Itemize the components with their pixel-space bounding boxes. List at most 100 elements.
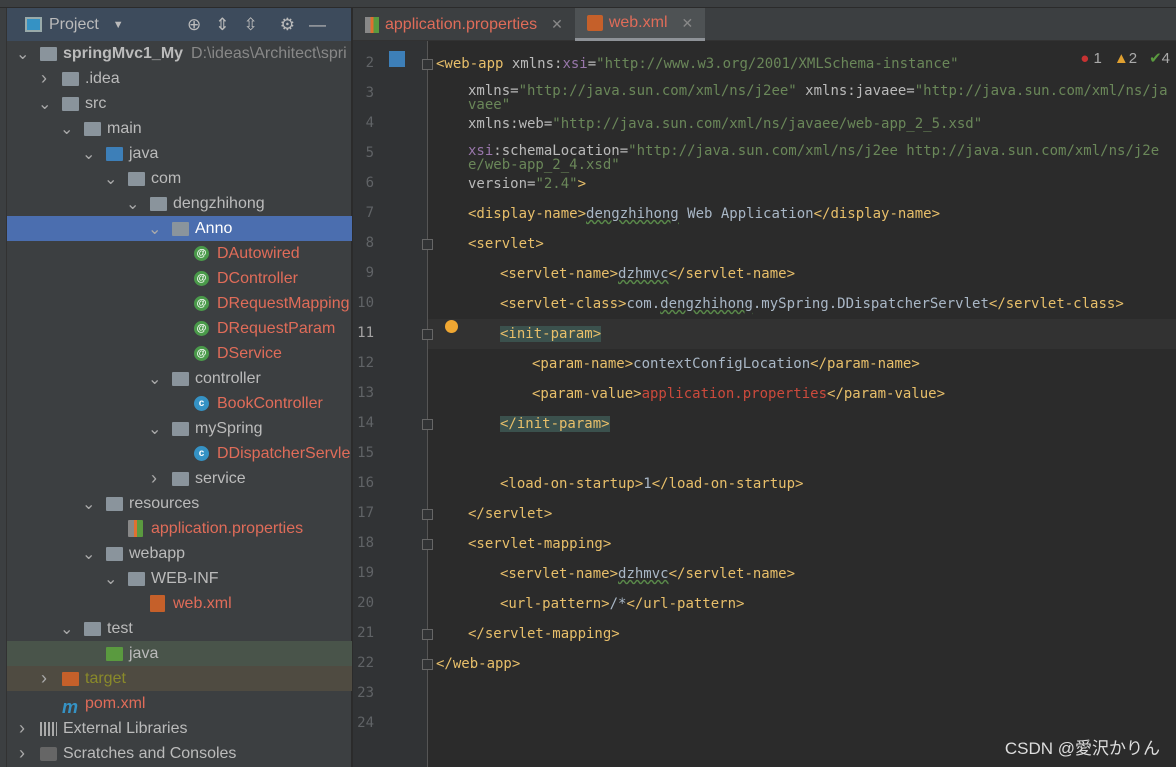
tree-item[interactable]: ⌄ com [7,166,352,191]
chevron-down-icon[interactable]: ⌄ [82,544,95,564]
code-line[interactable]: <init-param> [500,323,1170,345]
code-line[interactable]: <servlet-name>dzhmvc</servlet-name> [500,563,1170,585]
code-line[interactable]: <load-on-startup>1</load-on-startup> [500,473,1170,495]
minimize-icon[interactable]: — [309,15,326,35]
tree-item[interactable]: web.xml [7,591,352,616]
code-line[interactable]: <param-name>contextConfigLocation</param… [532,353,1170,375]
code-line[interactable]: version="2.4"> [468,173,1170,195]
tree-item[interactable]: m pom.xml [7,691,352,717]
tree-item[interactable]: ⌄ src [7,91,352,116]
tree-item[interactable]: › .idea [7,66,352,91]
tree-item[interactable]: ⌄ test [7,616,352,641]
tab-label: application.properties [385,15,538,33]
code-line[interactable]: <display-name>dengzhihong Web Applicatio… [468,203,1170,225]
tree-item[interactable]: ⌄ controller [7,366,352,391]
tree-item[interactable]: › target [7,666,352,691]
label-text: web.xml [173,594,232,612]
chevron-down-icon[interactable]: ⌄ [60,119,73,139]
tree-item[interactable]: c BookController [7,391,352,416]
fold-marker-icon[interactable] [422,629,433,640]
chevron-right-icon[interactable]: › [38,68,50,89]
fold-marker-icon[interactable] [422,509,433,520]
tree-item[interactable]: › service [7,466,352,491]
locate-icon[interactable]: ⊕ [187,15,201,35]
code-token: </url-pattern> [626,596,745,612]
fold-marker-icon[interactable] [422,239,433,250]
code-line[interactable]: xmlns:web="http://java.sun.com/xml/ns/ja… [468,113,1170,135]
chevron-right-icon[interactable]: › [16,718,28,739]
code-line[interactable]: <servlet-name>dzhmvc</servlet-name> [500,263,1170,285]
fold-marker-icon[interactable] [422,59,433,70]
code-line[interactable]: <url-pattern>/*</url-pattern> [500,593,1170,615]
tree-item[interactable]: ⌄ springMvc1_My D:\ideas\Architect\spri [7,41,352,66]
chevron-down-icon[interactable]: ⌄ [104,569,117,589]
tree-item[interactable]: ⌄ dengzhihong [7,191,352,216]
expand-all-icon[interactable]: ⇕ [215,15,229,35]
collapse-all-icon[interactable]: ⇳ [244,15,258,35]
chevron-right-icon[interactable]: › [148,468,160,489]
chevron-down-icon[interactable]: ⌄ [16,44,29,64]
tree-item[interactable]: application.properties [7,516,352,541]
chevron-down-icon[interactable]: ⌄ [148,219,161,239]
folder-orange-icon [62,671,79,686]
chevron-down-icon[interactable]: ⌄ [82,494,95,514]
weak-warning-count[interactable]: ✔4 [1149,49,1170,67]
tree-item[interactable]: @ DAutowired [7,241,352,266]
tree-item[interactable]: ⌄ java [7,141,352,166]
fold-marker-icon[interactable] [422,329,433,340]
chevron-down-icon[interactable]: ▼ [113,19,124,31]
code-line[interactable]: </servlet-mapping> [468,623,1170,645]
chevron-down-icon[interactable]: ⌄ [126,194,139,214]
close-icon[interactable]: ✕ [551,16,563,33]
gear-icon[interactable]: ⚙ [280,15,295,35]
chevron-right-icon[interactable]: › [38,668,50,689]
intention-bulb-icon[interactable] [445,320,458,333]
tree-item[interactable]: ⌄ resources [7,491,352,516]
code-line[interactable]: </servlet> [468,503,1170,525]
tree-item[interactable]: › Scratches and Consoles [7,741,352,766]
code-line[interactable]: <param-value>application.properties</par… [532,383,1170,405]
chevron-down-icon[interactable]: ⌄ [104,169,117,189]
chevron-down-icon[interactable]: ⌄ [60,619,73,639]
error-count[interactable]: ● 1 [1080,50,1102,67]
fold-marker-icon[interactable] [422,419,433,430]
tree-item[interactable]: › External Libraries [7,716,352,741]
chevron-right-icon[interactable]: › [16,743,28,764]
fold-marker-icon[interactable] [422,659,433,670]
code-line[interactable]: </init-param> [500,413,1170,435]
close-icon[interactable]: ✕ [682,15,694,32]
tree-item[interactable]: ⌄ main [7,116,352,141]
tab-application-properties[interactable]: application.properties ✕ [353,8,575,41]
code-token: > [577,176,587,192]
tree-item[interactable]: ⌄ webapp [7,541,352,566]
code-line[interactable]: xmlns="http://java.sun.com/xml/ns/j2ee" … [468,84,1170,112]
fold-marker-icon[interactable] [422,539,433,550]
inspection-widget[interactable]: ● 1 ▲2 ✔4 [1080,49,1170,67]
code-line[interactable]: <servlet-mapping> [468,533,1170,555]
label-text: test [107,619,133,637]
tree-item[interactable]: ⌄ mySpring [7,416,352,441]
tree-item[interactable]: ⌄ Anno [7,216,352,241]
warning-count[interactable]: ▲2 [1114,50,1137,67]
code-line[interactable]: <servlet-class>com.dengzhihong.mySpring.… [500,293,1170,315]
tree-item[interactable]: java [7,641,352,666]
chevron-down-icon[interactable]: ⌄ [148,369,161,389]
tree-item[interactable]: @ DRequestParam [7,316,352,341]
tree-item[interactable]: @ DRequestMapping [7,291,352,316]
label-text: DService [217,344,282,362]
tree-item[interactable]: ⌄ WEB-INF [7,566,352,591]
tree-item[interactable]: c DDispatcherServle [7,441,352,466]
chevron-down-icon[interactable]: ⌄ [148,419,161,439]
chevron-down-icon[interactable]: ⌄ [82,144,95,164]
project-view-selector[interactable]: Project [49,16,99,34]
code-line[interactable]: <web-app xmlns:xsi="http://www.w3.org/20… [436,53,1170,75]
code-line[interactable]: </web-app> [436,653,1170,675]
chevron-down-icon[interactable]: ⌄ [38,94,51,114]
code-editor[interactable]: 2 3 4 5 6 7 8 9 10 11 12 13 14 15 16 17 18 19 20 21 22 23 24 <… [353,41,1176,767]
code-line[interactable]: <servlet> [468,233,1170,255]
tree-item[interactable]: @ DController [7,266,352,291]
code-line[interactable]: xsi:schemaLocation="http://java.sun.com/… [468,144,1170,172]
tree-item[interactable]: @ DService [7,341,352,366]
tab-web-xml[interactable]: web.xml ✕ [574,8,706,41]
line-number: 17 [357,505,374,521]
